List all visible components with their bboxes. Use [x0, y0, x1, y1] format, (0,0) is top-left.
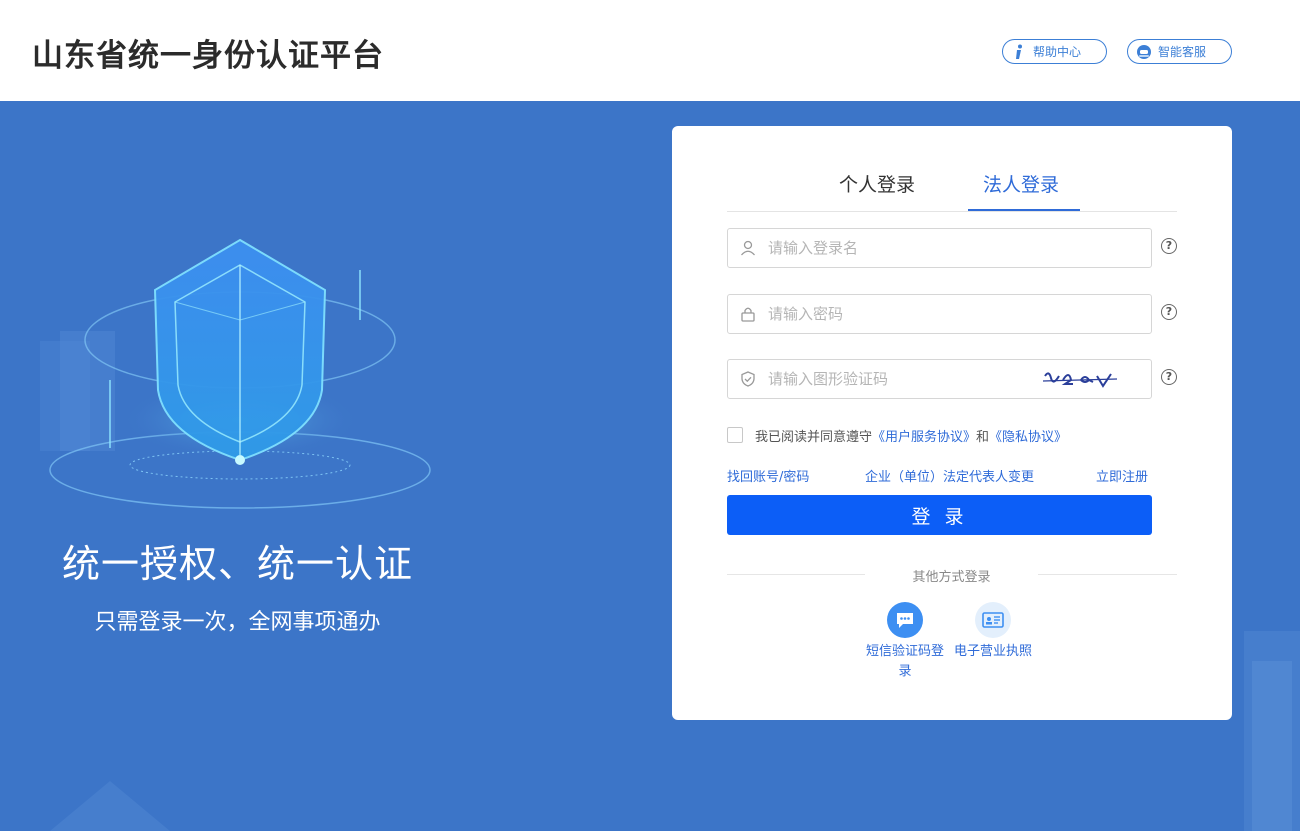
site-title: 山东省统一身份认证平台	[32, 38, 384, 74]
recover-account-link[interactable]: 找回账号/密码	[727, 466, 809, 485]
password-field	[727, 294, 1152, 334]
e-license-label: 电子营业执照	[953, 644, 1032, 659]
sms-login-option[interactable]: 短信验证码登录	[865, 602, 945, 682]
legal-rep-change-link[interactable]: 企业（单位）法定代表人变更	[865, 466, 1034, 485]
captcha-input[interactable]	[768, 360, 1048, 398]
service-agreement-link[interactable]: 《用户服务协议》	[872, 426, 976, 445]
login-button[interactable]: 登 录	[727, 495, 1152, 535]
password-input[interactable]	[768, 295, 1048, 333]
agreement-prefix: 我已阅读并同意遵守	[755, 429, 873, 445]
captcha-help-icon[interactable]: ?	[1161, 369, 1177, 385]
captcha-image[interactable]	[1041, 366, 1121, 392]
agreement-and: 和	[976, 429, 990, 445]
hero-slogan: 统一授权、统一认证	[61, 542, 413, 586]
building-decoration-right	[1244, 631, 1300, 831]
login-tabs: 个人登录 法人登录	[727, 156, 1177, 212]
smart-service-label: 智能客服	[1158, 45, 1207, 59]
smart-service-button[interactable]: 智能客服	[1127, 39, 1232, 64]
login-card: 个人登录 法人登录 ? ? ? 我已阅读并同意遵守 《用户服务协议	[672, 126, 1232, 720]
shield-check-icon	[739, 370, 757, 388]
register-link[interactable]: 立即注册	[1096, 466, 1148, 485]
active-tab-indicator	[968, 209, 1080, 211]
divider-right	[1038, 574, 1177, 575]
agreement-row: 我已阅读并同意遵守 《用户服务协议》 和 《隐私协议》	[727, 426, 1067, 445]
tab-corporate-login[interactable]: 法人登录	[983, 170, 1059, 197]
shield-illustration	[49, 238, 431, 509]
lock-icon	[739, 305, 757, 323]
header: 山东省统一身份认证平台 帮助中心 智能客服	[0, 0, 1300, 101]
agreement-checkbox[interactable]	[727, 427, 743, 443]
help-center-button[interactable]: 帮助中心	[1002, 39, 1107, 64]
building-decoration-bottom	[50, 781, 170, 831]
tab-personal-login[interactable]: 个人登录	[839, 170, 915, 197]
username-help-icon[interactable]: ?	[1161, 238, 1177, 254]
password-help-icon[interactable]: ?	[1161, 304, 1177, 320]
username-input[interactable]	[768, 229, 1048, 267]
robot-icon	[1136, 44, 1152, 60]
hero-subslogan: 只需登录一次，全网事项通办	[94, 610, 381, 635]
user-icon	[739, 239, 757, 257]
other-login-title: 其他方式登录	[912, 570, 991, 585]
privacy-agreement-link[interactable]: 《隐私协议》	[989, 426, 1067, 445]
captcha-field	[727, 359, 1152, 399]
divider-left	[727, 574, 865, 575]
e-license-login-option[interactable]: 电子营业执照	[953, 602, 1033, 662]
sms-login-label: 短信验证码登录	[865, 644, 944, 679]
license-icon	[975, 602, 1011, 638]
username-field	[727, 228, 1152, 268]
help-center-label: 帮助中心	[1033, 45, 1082, 59]
sms-icon	[887, 602, 923, 638]
info-icon	[1011, 44, 1027, 60]
